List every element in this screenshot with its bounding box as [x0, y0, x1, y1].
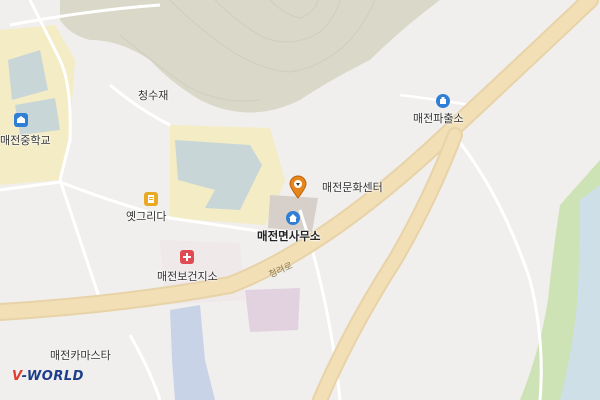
label-cheongsujae: 청수재	[138, 89, 169, 102]
police-icon[interactable]	[436, 94, 450, 108]
location-pin-icon[interactable]	[288, 175, 308, 199]
label-police-box: 매전파출소	[413, 112, 464, 125]
hospital-icon[interactable]	[180, 250, 194, 264]
label-yetgeurida: 옛그리다	[126, 210, 167, 223]
map-view[interactable]: 청수재 매전중학교 매전파출소 매전문화센터 매전면사무소 옛그리다 매전보건지…	[0, 0, 600, 400]
label-karaoke: 매전카마스타	[50, 349, 111, 362]
logo-v: V	[12, 369, 22, 384]
logo-rest: -WORLD	[21, 369, 84, 384]
label-township-office: 매전면사무소	[257, 229, 321, 243]
label-culture-center: 매전문화센터	[322, 181, 383, 194]
label-health-center: 매전보건지소	[157, 270, 218, 283]
label-middle-school: 매전중학교	[0, 134, 51, 147]
vworld-logo: V-WORLD	[12, 369, 84, 384]
office-home-icon[interactable]	[286, 211, 300, 225]
shop-icon[interactable]	[144, 192, 158, 206]
school-icon[interactable]	[14, 113, 28, 127]
map-base-layer	[0, 0, 600, 400]
